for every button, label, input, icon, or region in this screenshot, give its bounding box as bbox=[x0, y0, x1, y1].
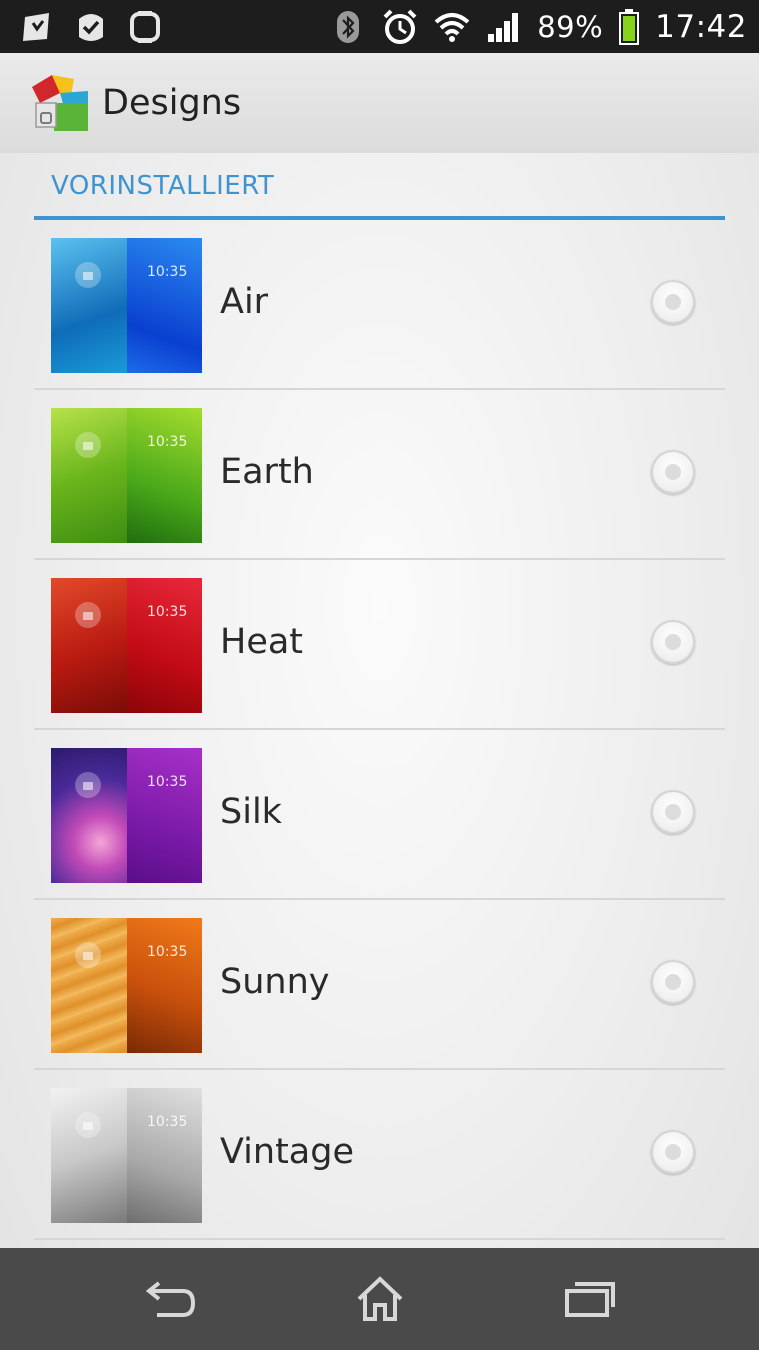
thumbnail-clock: 10:35 bbox=[147, 434, 188, 450]
theme-name: Heat bbox=[220, 622, 304, 662]
battery-icon bbox=[617, 8, 641, 46]
theme-name: Sunny bbox=[220, 962, 330, 1002]
theme-radio-button[interactable] bbox=[651, 280, 695, 324]
theme-item-earth[interactable]: 10:35 Earth bbox=[34, 390, 725, 560]
store-notification-icon bbox=[18, 8, 56, 46]
lock-icon bbox=[75, 772, 101, 798]
theme-name: Air bbox=[220, 282, 269, 322]
thumbnail-clock: 10:35 bbox=[147, 1114, 188, 1130]
battery-percent: 89% bbox=[537, 9, 604, 44]
theme-thumbnail: 10:35 bbox=[51, 1088, 202, 1223]
theme-thumbnail: 10:35 bbox=[51, 238, 202, 373]
theme-radio-button[interactable] bbox=[651, 1130, 695, 1174]
theme-name: Silk bbox=[220, 792, 282, 832]
back-icon[interactable] bbox=[140, 1273, 200, 1325]
theme-list: 10:35 Air 10:35 Earth 10:35 Heat 10:35 S… bbox=[34, 220, 725, 1240]
section-header: VORINSTALLIERT bbox=[34, 163, 725, 220]
themes-app-icon[interactable] bbox=[30, 73, 90, 133]
theme-thumbnail: 10:35 bbox=[51, 748, 202, 883]
lock-icon bbox=[75, 1112, 101, 1138]
wifi-icon bbox=[433, 8, 471, 46]
theme-item-heat[interactable]: 10:35 Heat bbox=[34, 560, 725, 730]
thumbnail-clock: 10:35 bbox=[147, 264, 188, 280]
theme-radio-button[interactable] bbox=[651, 960, 695, 1004]
theme-radio-button[interactable] bbox=[651, 620, 695, 664]
theme-item-vintage[interactable]: 10:35 Vintage bbox=[34, 1070, 725, 1240]
theme-item-sunny[interactable]: 10:35 Sunny bbox=[34, 900, 725, 1070]
theme-thumbnail: 10:35 bbox=[51, 408, 202, 543]
theme-item-silk[interactable]: 10:35 Silk bbox=[34, 730, 725, 900]
theme-radio-button[interactable] bbox=[651, 450, 695, 494]
thumbnail-clock: 10:35 bbox=[147, 944, 188, 960]
theme-item-air[interactable]: 10:35 Air bbox=[34, 220, 725, 390]
theme-name: Earth bbox=[220, 452, 314, 492]
theme-thumbnail: 10:35 bbox=[51, 578, 202, 713]
theme-name: Vintage bbox=[220, 1132, 355, 1172]
status-bar: 89% 17:42 bbox=[0, 0, 759, 53]
navigation-bar bbox=[0, 1248, 759, 1350]
theme-thumbnail: 10:35 bbox=[51, 918, 202, 1053]
signal-icon bbox=[485, 8, 523, 46]
section-title: VORINSTALLIERT bbox=[51, 171, 275, 201]
bluetooth-icon bbox=[329, 8, 367, 46]
home-icon[interactable] bbox=[350, 1273, 410, 1325]
lock-icon bbox=[75, 262, 101, 288]
clock: 17:42 bbox=[655, 8, 747, 45]
lock-icon bbox=[75, 602, 101, 628]
action-bar: Designs bbox=[0, 53, 759, 153]
lock-icon bbox=[75, 432, 101, 458]
thumbnail-clock: 10:35 bbox=[147, 774, 188, 790]
thumbnail-clock: 10:35 bbox=[147, 604, 188, 620]
lock-icon bbox=[75, 942, 101, 968]
check-notification-icon bbox=[72, 8, 110, 46]
theme-radio-button[interactable] bbox=[651, 790, 695, 834]
alarm-icon bbox=[381, 8, 419, 46]
page-title: Designs bbox=[102, 83, 242, 123]
recents-icon[interactable] bbox=[560, 1273, 620, 1325]
watch-notification-icon bbox=[126, 8, 164, 46]
